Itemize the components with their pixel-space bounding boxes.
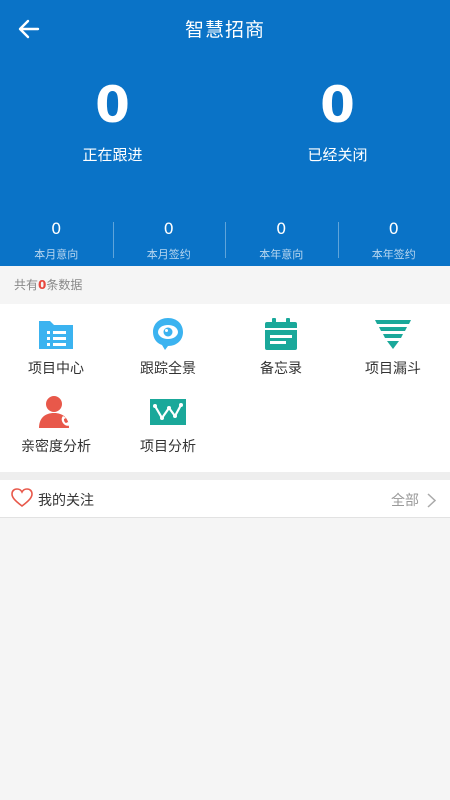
user-phone-icon [39, 396, 70, 428]
grid-item-label: 项目分析 [140, 439, 196, 455]
small-stats-row: 0 本月意向 0 本月签约 0 本年意向 0 本年签约 [0, 218, 450, 266]
grid-item-memo[interactable]: 备忘录 [225, 310, 337, 380]
stat-closed-label: 已经关闭 [307, 146, 368, 164]
grid-item-project-center[interactable]: 项目中心 [0, 310, 112, 380]
follow-list-empty [0, 518, 450, 800]
eye-icon [153, 318, 183, 350]
grid-item-label: 亲密度分析 [21, 439, 91, 455]
page-title: 智慧招商 [184, 19, 265, 41]
calendar-icon [265, 318, 297, 350]
my-follow-section: 我的关注 全部 [0, 480, 450, 518]
grid-item-label: 项目漏斗 [365, 361, 421, 377]
stat-label: 本年签约 [371, 248, 416, 261]
folder-list-icon [39, 321, 73, 349]
stat-value: 0 [388, 219, 399, 238]
count-suffix: 条数据 [46, 278, 83, 292]
stat-year-signed[interactable]: 0 本年签约 [337, 218, 450, 266]
stat-following[interactable]: 0 正在跟进 [0, 76, 225, 165]
stat-value: 0 [51, 219, 62, 238]
grid-item-intimacy-analysis[interactable]: 亲密度分析 [0, 388, 112, 458]
function-grid: 项目中心 跟踪全景 备忘录 项目漏斗 亲密度分析 项目分析 [0, 304, 450, 472]
stat-following-value: 0 [95, 76, 130, 134]
stat-month-signed[interactable]: 0 本月签约 [112, 218, 226, 266]
stat-label: 本月签约 [146, 248, 191, 261]
stat-label: 本年意向 [259, 248, 304, 261]
grid-item-project-funnel[interactable]: 项目漏斗 [337, 310, 449, 380]
stat-year-intent[interactable]: 0 本年意向 [225, 218, 338, 266]
grid-item-label: 项目中心 [28, 361, 84, 377]
stat-label: 本月意向 [34, 248, 79, 261]
stat-value: 0 [276, 219, 287, 238]
grid-item-tracking-overview[interactable]: 跟踪全景 [112, 310, 224, 380]
grid-item-label: 备忘录 [260, 361, 302, 377]
line-chart-icon [150, 399, 186, 425]
stat-closed-value: 0 [320, 76, 355, 134]
stat-value: 0 [163, 219, 174, 238]
chevron-right-icon [427, 492, 436, 508]
view-all-link[interactable]: 全部 [391, 490, 436, 510]
my-follow-title: 我的关注 [38, 493, 94, 509]
grid-item-label: 跟踪全景 [140, 361, 196, 377]
stat-closed[interactable]: 0 已经关闭 [225, 76, 450, 165]
grid-item-project-analysis[interactable]: 项目分析 [112, 388, 224, 458]
header: 智慧招商 0 正在跟进 0 已经关闭 0 本月意向 0 本月签约 0 本年意向 … [0, 0, 450, 266]
heart-icon [11, 488, 33, 508]
view-all-label: 全部 [391, 493, 419, 509]
count-prefix: 共有 [14, 278, 39, 292]
stat-month-intent[interactable]: 0 本月意向 [0, 218, 113, 266]
section-divider [0, 472, 450, 480]
record-count-bar: 共有0条数据 [0, 266, 450, 304]
stat-following-label: 正在跟进 [82, 146, 143, 164]
funnel-icon [375, 320, 411, 349]
